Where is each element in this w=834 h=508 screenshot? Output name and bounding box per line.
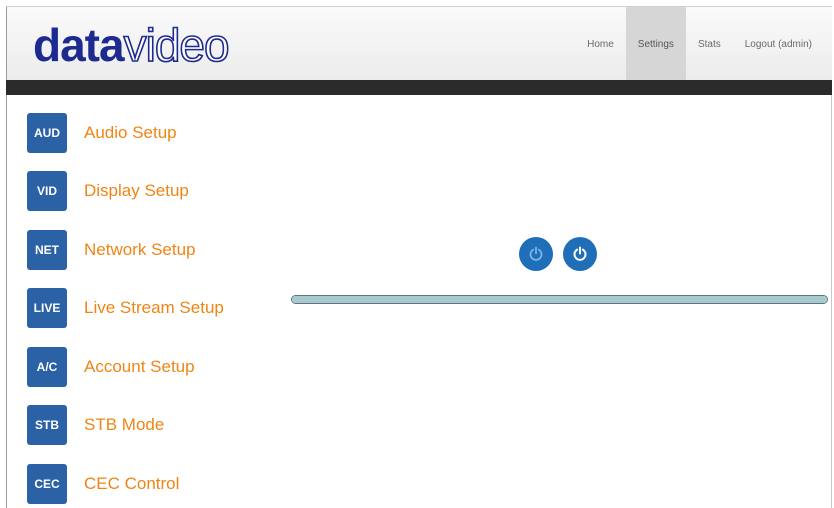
datavideo-logo: datavideo [33, 19, 231, 71]
menu-item-display-setup[interactable]: VID Display Setup [27, 171, 189, 211]
menu-label-network-setup[interactable]: Network Setup [84, 240, 196, 260]
badge-aud[interactable]: AUD [27, 113, 67, 153]
nav-settings[interactable]: Settings [625, 7, 686, 81]
badge-stb[interactable]: STB [27, 405, 67, 445]
menu-label-account-setup[interactable]: Account Setup [84, 357, 195, 377]
top-nav: Home Settings Stats Logout (admin) [575, 7, 824, 81]
menu-item-stb-mode[interactable]: STB STB Mode [27, 405, 164, 445]
menu-item-network-setup[interactable]: NET Network Setup [27, 230, 196, 270]
nav-home[interactable]: Home [575, 7, 626, 81]
power-icon [529, 246, 543, 261]
logo-part-video: video [123, 19, 231, 71]
header: datavideo Home Settings Stats Logout (ad… [6, 6, 832, 81]
power-button-active[interactable] [563, 237, 597, 271]
power-icon [573, 246, 587, 261]
menu-label-cec-control[interactable]: CEC Control [84, 474, 179, 494]
badge-vid[interactable]: VID [27, 171, 67, 211]
logo-part-data: data [33, 19, 125, 71]
badge-live[interactable]: LIVE [27, 288, 67, 328]
menu-item-account-setup[interactable]: A/C Account Setup [27, 347, 195, 387]
menu-item-cec-control[interactable]: CEC CEC Control [27, 464, 179, 504]
menu-label-audio-setup[interactable]: Audio Setup [84, 123, 177, 143]
nav-stats[interactable]: Stats [686, 7, 733, 81]
progress-bar [291, 295, 828, 304]
menu-item-audio-setup[interactable]: AUD Audio Setup [27, 113, 177, 153]
settings-content: AUD Audio Setup VID Display Setup NET Ne… [6, 95, 832, 508]
menu-label-display-setup[interactable]: Display Setup [84, 181, 189, 201]
badge-net[interactable]: NET [27, 230, 67, 270]
menu-label-stb-mode[interactable]: STB Mode [84, 415, 164, 435]
menu-label-live-stream-setup[interactable]: Live Stream Setup [84, 298, 224, 318]
badge-ac[interactable]: A/C [27, 347, 67, 387]
menu-item-live-stream-setup[interactable]: LIVE Live Stream Setup [27, 288, 224, 328]
progress-bar-fill [292, 296, 827, 303]
badge-cec[interactable]: CEC [27, 464, 67, 504]
header-divider-bar [6, 80, 832, 95]
power-button-dim[interactable] [519, 237, 553, 271]
nav-logout[interactable]: Logout (admin) [733, 7, 824, 81]
